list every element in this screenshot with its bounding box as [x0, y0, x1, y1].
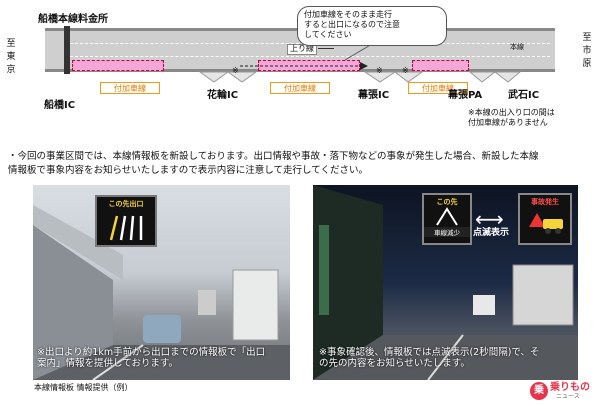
lane-note: ※本線の出入り口の間は 付加車線がありません	[468, 108, 555, 127]
callout-bubble: 付加車線をそのまま走行 すると出口になるので注意 してください	[297, 6, 447, 46]
accident-car-icon	[529, 213, 563, 234]
bullet-paragraph: ・今回の事業区間では、本線情報板を新設しております。出口情報や事故・落下物などの…	[8, 151, 539, 176]
lane-reduce-title: この先	[436, 198, 458, 206]
added-lane-label-2: 付加車線	[270, 82, 330, 94]
added-lane-label-1: 付加車線	[100, 82, 160, 94]
lane-reduce-icon	[436, 207, 458, 226]
ic-takeishi: 武石IC	[508, 90, 540, 101]
asterisk-3: ※	[402, 66, 409, 75]
exit-sign-text: この先出口	[108, 200, 144, 208]
watermark-sub: ニュース	[556, 393, 580, 400]
blink-label: 点滅表示	[473, 228, 510, 238]
photo-left-caption: ※出口より約1km手前から出口までの情報板で「出口 案内」情報を提供しております…	[37, 347, 266, 370]
lane-reduce-sign: この先 車線減少	[422, 193, 472, 245]
ic-hanawa: 花輪IC	[207, 90, 239, 101]
asterisk-2: ※	[376, 66, 383, 75]
ic-funabashi: 船橋IC	[44, 100, 76, 111]
ic-makuhari: 幕張IC	[358, 90, 390, 101]
photo-exit-sign: この先出口 ※出口より約1km手前から出口までの情報板で「出口 案内」情報を提供…	[33, 185, 290, 380]
callout-text: 付加車線をそのまま走行 すると出口になるので注意 してください	[304, 10, 400, 39]
road-diagram: 船橋本線料金所 至東京 至市原 上り線 本線 ※ ※ ※ 付加車線をそのまま走行…	[0, 0, 600, 140]
photo-right-caption: ※事象確認後、情報板では点滅表示(2秒間隔)で、そ の先の内容をお知らせいたしま…	[319, 347, 540, 370]
exit-sign-arrows-icon	[109, 215, 143, 241]
exit-sign-board: この先出口	[95, 195, 157, 247]
accident-sign: 事故発生	[518, 193, 572, 245]
pa-makuhari: 幕張PA	[448, 90, 483, 101]
asterisk-1: ※	[232, 66, 239, 75]
photo-incident-sign: この先 車線減少 ⟷ 点滅表示 事故発生 ※事象確認後、情報板では点滅表示(2秒…	[313, 185, 578, 380]
watermark-logo: 乗 乗りもの ニュース	[530, 380, 598, 404]
figure-caption: 本線情報板 情報提供（例）	[34, 383, 133, 392]
accident-sign-title: 事故発生	[531, 198, 559, 206]
lane-reduce-sub: 車線減少	[424, 227, 470, 237]
watermark-badge-icon: 乗	[530, 382, 548, 400]
watermark-brand: 乗りもの	[550, 382, 590, 393]
